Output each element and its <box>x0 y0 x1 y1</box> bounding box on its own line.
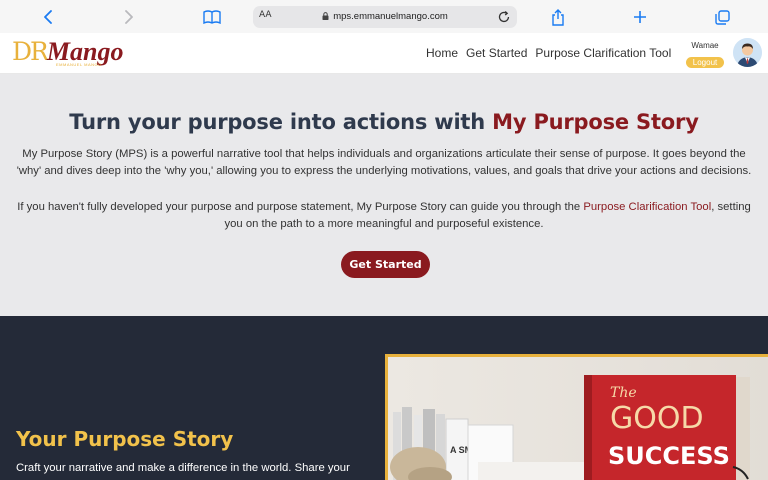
book-image: A SMILE The GOOD SUCCESS <box>385 354 768 480</box>
new-tab-icon[interactable] <box>629 6 651 28</box>
user-name: Wamae <box>691 41 719 50</box>
main-menu: Home Get Started Purpose Clarification T… <box>426 46 679 60</box>
user-menu: Wamae Logout <box>684 41 726 69</box>
reload-icon[interactable] <box>497 10 511 24</box>
get-started-button[interactable]: Get Started <box>341 251 430 278</box>
url-text: mps.emmanuelmango.com <box>333 11 448 22</box>
logo-tagline: EMMANUEL MANGO <box>56 62 102 67</box>
hero-title-accent: My Purpose Story <box>492 110 699 134</box>
site-header: DR Mango EMMANUEL MANGO Home Get Started… <box>0 33 768 74</box>
nav-purpose-clarification-tool[interactable]: Purpose Clarification Tool <box>535 46 671 60</box>
purpose-clarification-link[interactable]: Purpose Clarification Tool <box>583 201 711 213</box>
logo-dr: DR <box>12 37 49 66</box>
purpose-story-text: Craft your narrative and make a differen… <box>16 462 350 474</box>
hero-guidance: If you haven't fully developed your purp… <box>10 199 758 233</box>
avatar[interactable] <box>733 38 762 67</box>
book-title-the: The <box>610 385 637 401</box>
hero-section: Turn your purpose into actions with My P… <box>0 74 768 316</box>
tabs-icon[interactable] <box>711 6 733 28</box>
back-icon[interactable] <box>37 6 59 28</box>
hero-guidance-text: If you haven't fully developed your purp… <box>17 201 584 213</box>
logout-button[interactable]: Logout <box>685 57 725 68</box>
nav-home[interactable]: Home <box>426 46 458 60</box>
logo[interactable]: DR Mango EMMANUEL MANGO <box>12 39 123 69</box>
forward-icon[interactable] <box>118 6 140 28</box>
hero-title: Turn your purpose into actions with My P… <box>0 110 768 134</box>
purpose-story-title: Your Purpose Story <box>16 427 234 451</box>
book-title-good: GOOD <box>610 401 704 436</box>
book-illustration: A SMILE The GOOD SUCCESS <box>388 357 768 480</box>
purpose-story-section: A SMILE The GOOD SUCCESS Your Purpose St… <box>0 316 768 480</box>
nav-get-started[interactable]: Get Started <box>466 46 527 60</box>
address-bar[interactable]: AA mps.emmanuelmango.com <box>253 6 517 28</box>
hero-title-prefix: Turn your purpose into actions with <box>69 110 493 134</box>
user-avatar-icon <box>733 38 762 67</box>
bookmarks-icon[interactable] <box>201 6 223 28</box>
browser-toolbar: AA mps.emmanuelmango.com <box>0 0 768 33</box>
book-title-success: SUCCESS <box>608 442 730 470</box>
hero-description: My Purpose Story (MPS) is a powerful nar… <box>16 148 752 177</box>
lock-icon <box>322 12 329 20</box>
share-icon[interactable] <box>547 6 569 28</box>
